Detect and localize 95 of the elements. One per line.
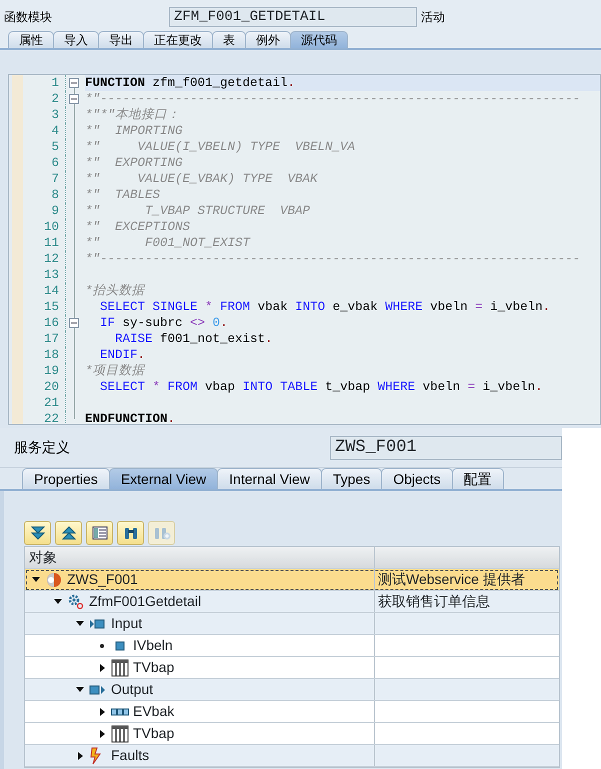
tab[interactable]: Internal View xyxy=(217,468,322,489)
tree-node-label[interactable]: Faults xyxy=(111,745,150,766)
tab[interactable]: Types xyxy=(320,468,382,489)
tab[interactable]: External View xyxy=(108,468,218,489)
line-number: 3 xyxy=(50,107,60,123)
collapsed-arrow-icon[interactable] xyxy=(100,708,104,716)
line-number: 9 xyxy=(50,203,60,219)
collapse-all-icon xyxy=(60,524,78,542)
tab[interactable]: 配置 xyxy=(452,468,504,489)
fold-toggle-icon[interactable] xyxy=(69,78,79,88)
line-number: 19 xyxy=(42,363,60,379)
line-number: 4 xyxy=(50,123,60,139)
table-icon xyxy=(111,658,129,676)
sphere-icon xyxy=(45,570,63,588)
tab[interactable]: 例外 xyxy=(245,31,291,48)
line-number: 11 xyxy=(42,235,60,251)
line-number: 15 xyxy=(42,299,60,315)
code-line: *"---------------------------------------------------------------- xyxy=(85,252,580,266)
expanded-arrow-icon[interactable] xyxy=(76,687,84,692)
code-line: *"---------------------------------------------------------------- xyxy=(85,92,580,106)
tab[interactable]: 源代码 xyxy=(290,31,348,48)
tab[interactable]: 导入 xyxy=(53,31,99,48)
fold-toggle-icon[interactable] xyxy=(69,318,79,328)
line-number: 8 xyxy=(50,187,60,203)
tab[interactable]: 属性 xyxy=(8,31,54,48)
tab[interactable]: Properties xyxy=(22,468,110,489)
line-number: 17 xyxy=(42,331,60,347)
line-number: 20 xyxy=(42,379,60,395)
service-name-field[interactable]: ZWS_F001 xyxy=(330,436,562,460)
toolbar-button[interactable] xyxy=(117,521,144,545)
code-line: IF sy-subrc <> 0. xyxy=(99,316,228,330)
tab[interactable]: 导出 xyxy=(98,31,144,48)
status-text: 活动 xyxy=(421,8,445,26)
field-label: 函数模块 xyxy=(4,8,53,26)
expand-all-icon xyxy=(28,524,46,542)
code-line: SELECT SINGLE * FROM vbak INTO e_vbak WHERE vbeln = i_vbeln. xyxy=(99,300,550,314)
tab[interactable]: 正在更改 xyxy=(143,31,213,48)
expanded-arrow-icon[interactable] xyxy=(54,599,62,604)
line-number: 1 xyxy=(50,75,60,91)
code-line: *" TABLES xyxy=(85,188,160,202)
code-line: *" VALUE(E_VBAK) TYPE VBAK xyxy=(85,172,318,186)
tree-node-label[interactable]: Input xyxy=(111,613,142,634)
line-number: 5 xyxy=(50,139,60,155)
collapsed-arrow-icon[interactable] xyxy=(100,730,104,738)
tree-node-label[interactable]: ZfmF001Getdetail xyxy=(89,591,202,612)
bullet-icon xyxy=(100,644,104,648)
tree-node-label[interactable]: Output xyxy=(111,679,154,700)
line-number: 6 xyxy=(50,155,60,171)
tab[interactable]: 表 xyxy=(212,31,246,48)
line-number: 22 xyxy=(42,411,60,424)
tab[interactable]: Objects xyxy=(381,468,453,489)
code-line: *项目数据 xyxy=(85,364,145,378)
code-line: SELECT * FROM vbap INTO TABLE t_vbap WHERE vbeln = i_vbeln. xyxy=(99,380,543,394)
gear-icon xyxy=(67,592,85,610)
line-number: 7 xyxy=(50,171,60,187)
code-line: *" F001_NOT_EXIST xyxy=(85,236,250,250)
line-number: 13 xyxy=(42,267,60,283)
toolbar-button[interactable] xyxy=(86,521,113,545)
code-line: ENDFUNCTION. xyxy=(85,412,176,424)
table-icon xyxy=(111,724,129,742)
list-icon xyxy=(90,524,108,542)
toolbar-button[interactable] xyxy=(55,521,82,545)
code-line: *" IMPORTING xyxy=(85,124,183,138)
code-line: RAISE f001_not_exist. xyxy=(114,332,273,346)
line-number: 21 xyxy=(42,395,60,411)
node-description: 测试Webservice 提供者 xyxy=(378,570,525,589)
toolbar-button[interactable] xyxy=(24,521,51,545)
code-line: FUNCTION zfm_f001_getdetail. xyxy=(85,76,296,90)
line-number: 14 xyxy=(42,283,60,299)
fold-toggle-icon[interactable] xyxy=(69,94,79,104)
line-number: 2 xyxy=(50,91,60,107)
collapsed-arrow-icon[interactable] xyxy=(78,752,82,760)
tree-node-label[interactable]: IVbeln xyxy=(133,635,173,656)
line-number: 12 xyxy=(42,251,60,267)
code-line: *" EXCEPTIONS xyxy=(85,220,190,234)
expanded-arrow-icon[interactable] xyxy=(32,577,40,582)
tree-node-label[interactable]: ZWS_F001 xyxy=(67,569,138,590)
function-name-field[interactable]: ZFM_F001_GETDETAIL xyxy=(169,6,417,26)
code-line: ENDIF. xyxy=(99,348,146,362)
tree-node-label[interactable]: TVbap xyxy=(133,657,174,678)
line-number: 18 xyxy=(42,347,60,363)
code-line: *抬头数据 xyxy=(85,284,145,298)
line-number: 10 xyxy=(42,219,60,235)
column-header: 对象 xyxy=(29,548,57,567)
collapsed-arrow-icon[interactable] xyxy=(100,664,104,672)
tree-node-label[interactable]: EVbak xyxy=(133,701,174,722)
node-description: 获取销售订单信息 xyxy=(378,592,490,611)
line-number: 16 xyxy=(42,315,60,331)
code-line: *" EXPORTING xyxy=(85,156,183,170)
code-line: *" VALUE(I_VBELN) TYPE VBELN_VA xyxy=(85,140,356,154)
tree-node-label[interactable]: TVbap xyxy=(133,723,174,744)
expanded-arrow-icon[interactable] xyxy=(76,621,84,626)
code-line: *" T_VBAP STRUCTURE VBAP xyxy=(85,204,310,218)
field-label: 服务定义 xyxy=(14,438,71,457)
code-line: *"*"本地接口： xyxy=(85,108,180,122)
